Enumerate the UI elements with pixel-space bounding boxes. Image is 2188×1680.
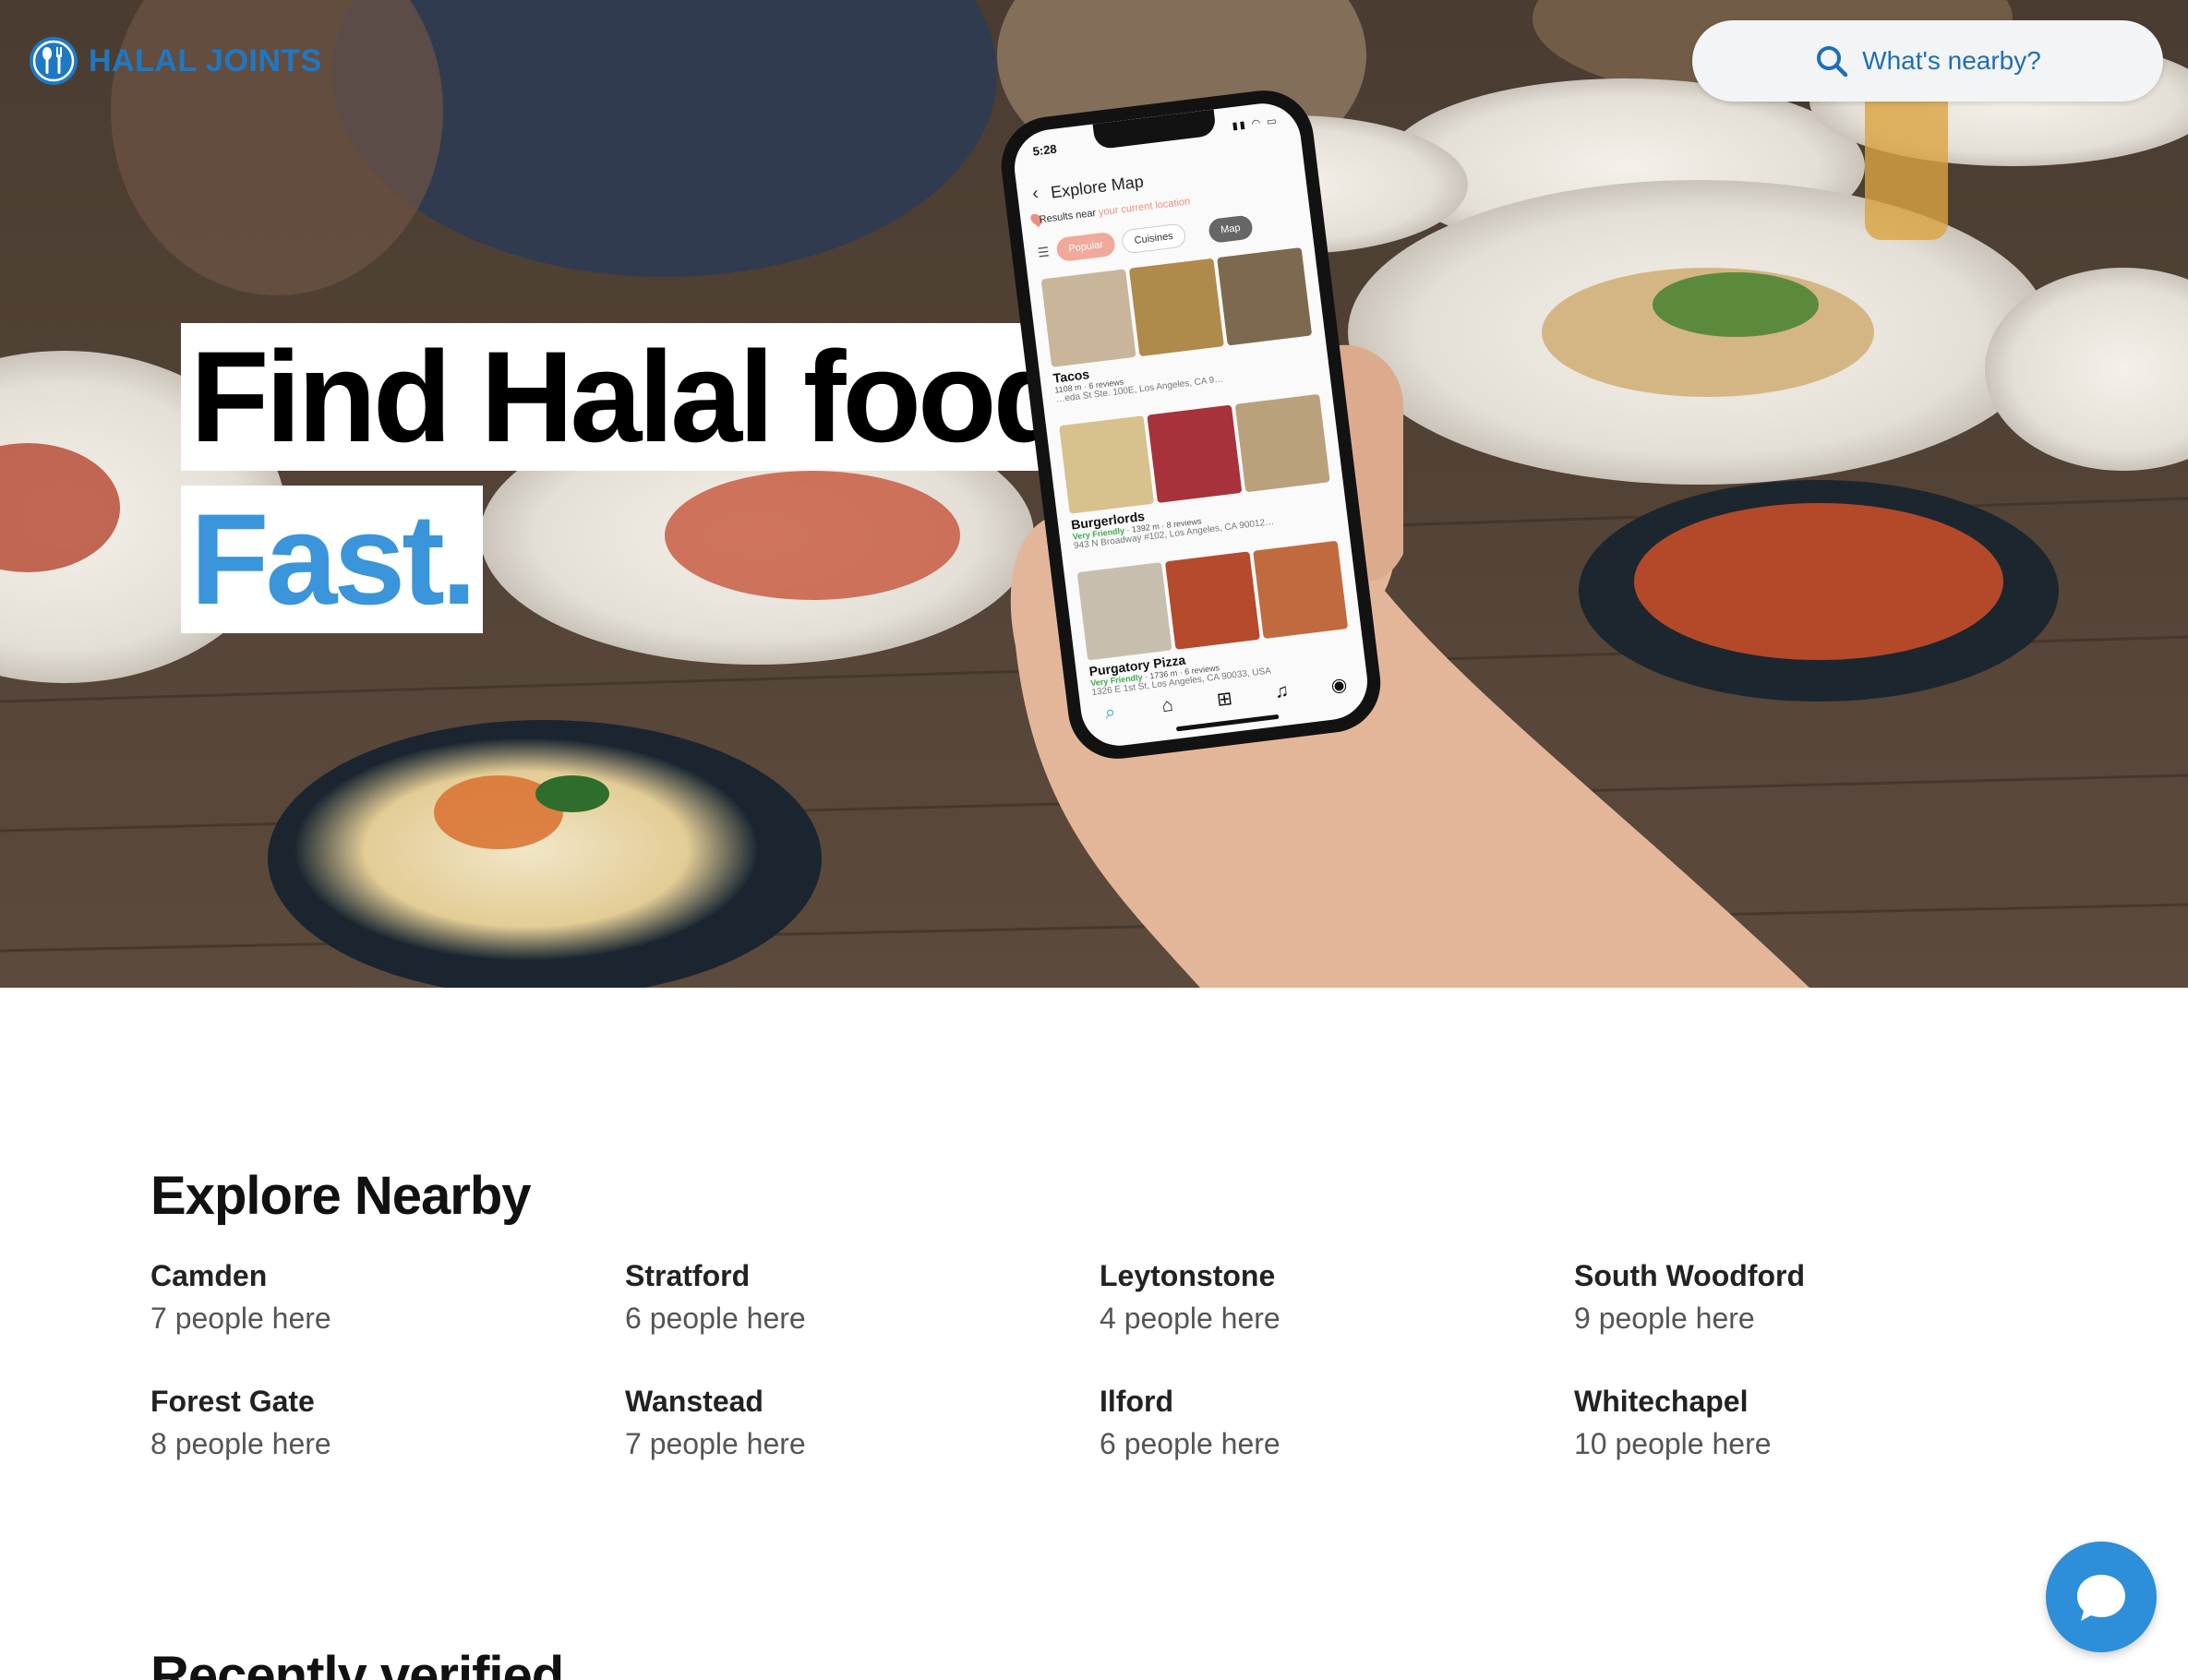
place-count: 10 people here: [1574, 1427, 1772, 1460]
signal-wifi-battery-icon: ▮▮ ◠ ▭: [1232, 115, 1280, 133]
place-wanstead[interactable]: Wanstead 7 people here: [625, 1381, 1050, 1466]
place-count: 7 people here: [150, 1302, 331, 1335]
place-leytonstone[interactable]: Leytonstone 4 people here: [1100, 1255, 1524, 1340]
phone-time: 5:28: [1031, 141, 1058, 159]
place-count: 6 people here: [625, 1302, 806, 1335]
chip-cuisines: Cuisines: [1121, 222, 1187, 255]
hero-headline-line1: Find Halal food.: [181, 323, 1110, 471]
place-count: 4 people here: [1100, 1302, 1280, 1335]
place-south-woodford[interactable]: South Woodford 9 people here: [1574, 1255, 1999, 1340]
place-name: Whitechapel: [1574, 1385, 1749, 1418]
food-photo: [1253, 540, 1349, 640]
search-icon: ⌕: [1103, 702, 1117, 724]
place-name: Wanstead: [625, 1385, 763, 1418]
search-icon: [1817, 46, 1848, 78]
place-name: South Woodford: [1574, 1259, 1805, 1292]
place-name: Ilford: [1100, 1385, 1173, 1418]
home-indicator: [1175, 714, 1280, 732]
phone-screen-title: Explore Map: [1050, 172, 1145, 202]
place-count: 7 people here: [625, 1427, 806, 1460]
add-icon: ⊞: [1215, 688, 1234, 711]
whats-nearby-button[interactable]: What's nearby?: [1692, 20, 2163, 102]
food-photo: [1128, 258, 1224, 357]
hero-headline-line2: Fast.: [181, 486, 483, 633]
brand-name: HALAL JOINTS: [89, 42, 322, 78]
place-name: Leytonstone: [1100, 1259, 1276, 1292]
chip-popular: Popular: [1054, 231, 1117, 263]
filter-sliders-icon: ☰: [1037, 243, 1051, 260]
food-photo: [1076, 562, 1172, 661]
phone-listing-card: Tacos 1108 m · 6 reviews …eda St Ste. 10…: [1040, 247, 1317, 405]
place-count: 8 people here: [150, 1427, 331, 1460]
place-forest-gate[interactable]: Forest Gate 8 people here: [150, 1381, 575, 1466]
chip-map: Map: [1207, 214, 1254, 244]
recently-verified-title: Recently verified: [150, 1646, 564, 1680]
food-photo: [1234, 393, 1330, 493]
results-prefix: Results near: [1039, 207, 1097, 226]
place-name: Camden: [150, 1259, 268, 1292]
place-count: 6 people here: [1100, 1427, 1280, 1460]
profile-icon: ◉: [1329, 674, 1349, 697]
place-count: 9 people here: [1574, 1302, 1755, 1335]
chat-button[interactable]: [2046, 1542, 2157, 1652]
back-chevron-icon: ‹: [1030, 183, 1040, 204]
food-photo: [1147, 404, 1243, 504]
food-photo: [1164, 551, 1260, 650]
food-photo: [1059, 415, 1155, 514]
place-stratford[interactable]: Stratford 6 people here: [625, 1255, 1050, 1340]
phone-listing-card: Purgatory Pizza Very Friendly · 1736 m ·…: [1076, 540, 1353, 698]
place-whitechapel[interactable]: Whitechapel 10 people here: [1574, 1381, 1999, 1466]
brand-logo[interactable]: HALAL JOINTS: [28, 35, 322, 87]
bell-icon: ♫: [1273, 680, 1291, 703]
explore-nearby-title: Explore Nearby: [150, 1166, 532, 1226]
food-photo: [1040, 269, 1136, 367]
phone-listing-card: Burgerlords Very Friendly · 1392 m · 8 r…: [1059, 393, 1335, 551]
place-name: Forest Gate: [150, 1385, 315, 1418]
phone-notch: [1092, 109, 1217, 150]
results-location: your current location: [1098, 196, 1191, 219]
food-photo: [1217, 247, 1313, 346]
hero-banner: HALAL JOINTS What's nearby? Find Halal f…: [0, 0, 2188, 988]
fork-spoon-logo-icon: [30, 37, 78, 85]
place-camden[interactable]: Camden 7 people here: [150, 1255, 575, 1340]
home-icon: ⌂: [1160, 694, 1174, 717]
place-name: Stratford: [625, 1259, 751, 1292]
whats-nearby-label: What's nearby?: [1862, 46, 2041, 75]
place-ilford[interactable]: Ilford 6 people here: [1100, 1381, 1524, 1466]
phone-screen: 5:28 ▮▮ ◠ ▭ ‹ Explore Map Results near y…: [1010, 99, 1372, 750]
chat-icon: [2077, 1575, 2125, 1621]
